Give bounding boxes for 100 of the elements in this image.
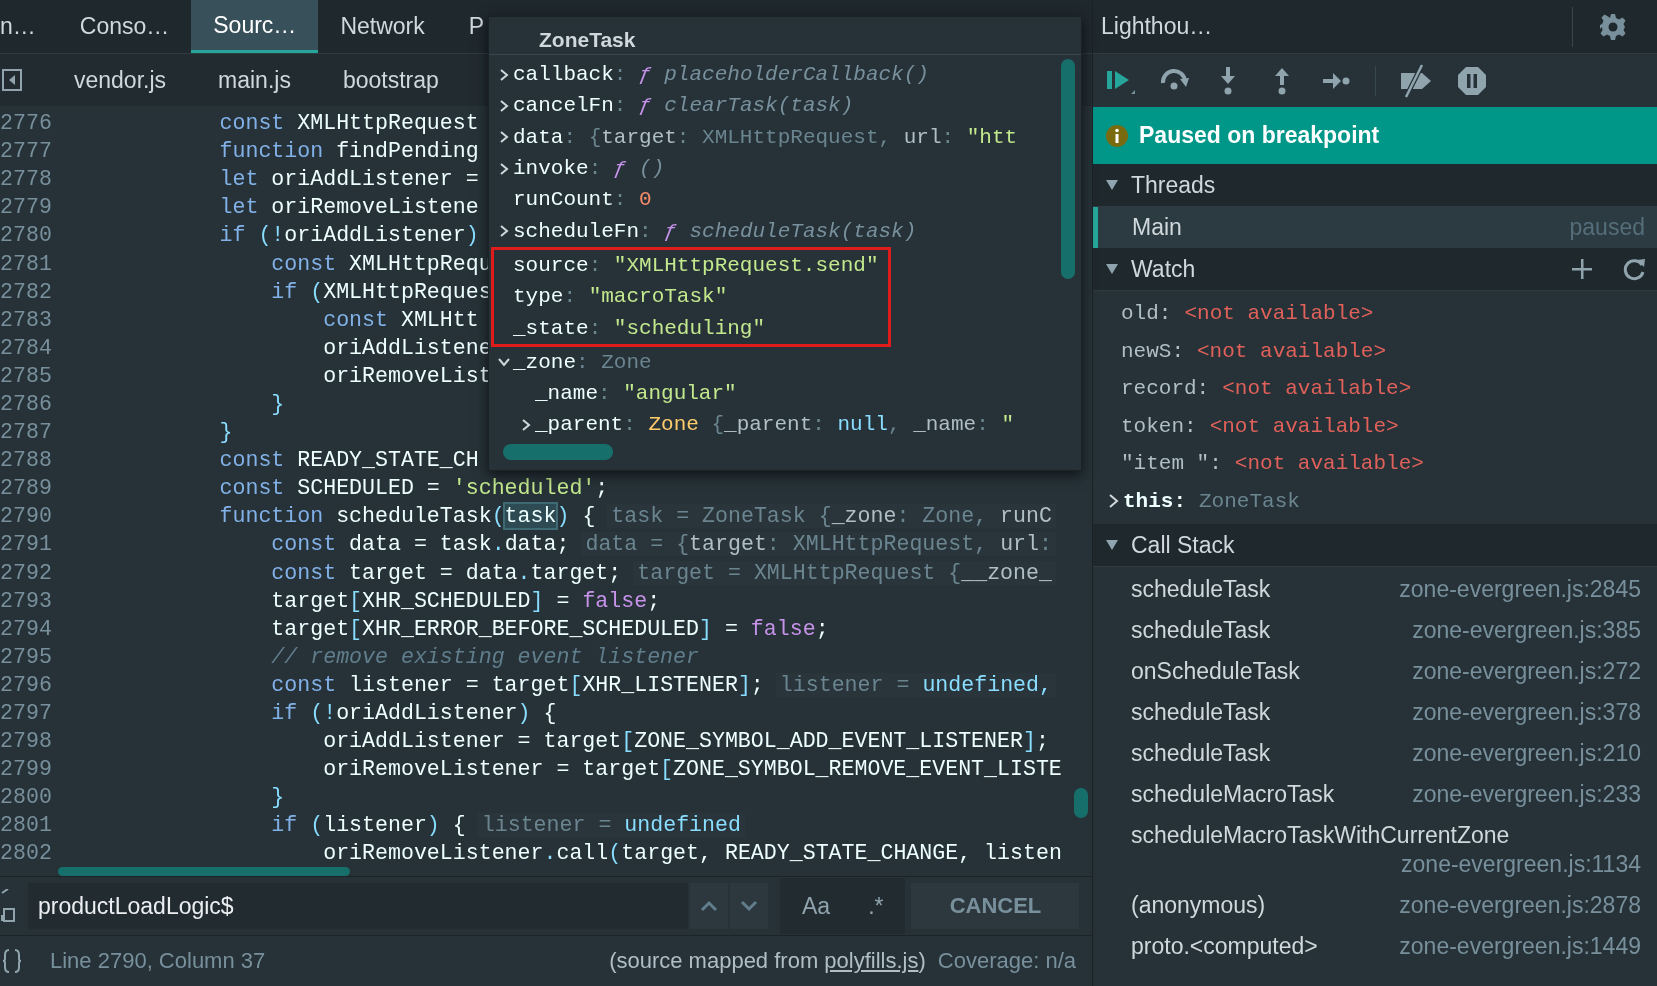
code-line: } xyxy=(270,785,285,810)
code-line: function scheduleTask(task) { xyxy=(218,504,596,529)
stack-frame-name[interactable]: scheduleMacroTask xyxy=(1131,780,1335,809)
settings-button[interactable] xyxy=(1572,6,1627,47)
code-line: if (!oriAddListener) xyxy=(218,223,479,248)
watch-expression[interactable]: record: <not available> xyxy=(1121,377,1412,401)
cancel-button[interactable]: CANCEL xyxy=(911,883,1080,929)
panel-tab[interactable]: Sourc… xyxy=(191,0,319,53)
search-field[interactable]: productLoadLogic$ xyxy=(28,883,688,929)
panel-tab[interactable]: Network xyxy=(318,0,447,53)
pause-icon xyxy=(1456,64,1488,97)
code-line: target[XHR_SCHEDULED] = false; xyxy=(270,588,661,613)
code-line: oriAddListener = target[ZONE_SYMBOL_ADD_EVENT_LISTENER]; xyxy=(322,729,1049,754)
code-line: if (!oriAddListener) { xyxy=(270,701,557,725)
source-map-note: (source mapped from polyfills.js) xyxy=(609,948,926,974)
inline-value-hint: listener = undefined xyxy=(477,813,745,838)
settings-icon xyxy=(1599,12,1627,41)
code-line: const XMLHttpRequest xyxy=(218,111,479,136)
match-case-button[interactable]: Aa xyxy=(790,892,843,920)
file-tab[interactable]: vendor.js xyxy=(74,66,167,94)
info-icon xyxy=(1105,123,1129,148)
regex-button[interactable]: .* xyxy=(856,892,896,920)
code-line: let oriAddListener = xyxy=(218,167,479,192)
stack-frame-name[interactable]: scheduleTask xyxy=(1131,698,1271,727)
code-line: const XMLHtt xyxy=(322,307,479,332)
scrollbar-thumb[interactable] xyxy=(1074,788,1088,818)
stack-frame-location[interactable]: zone-evergreen.js:1449 xyxy=(1399,932,1641,961)
code-line: oriAddListene xyxy=(322,335,492,360)
section-header[interactable]: Watch xyxy=(1093,248,1657,291)
file-tab[interactable]: main.js xyxy=(218,66,291,94)
property-text: type: "macroTask" xyxy=(513,285,728,309)
panel-tab[interactable]: Conso… xyxy=(57,0,192,53)
stack-frame-location[interactable]: zone-evergreen.js:1134 xyxy=(1401,850,1641,879)
property-text: invoke: ƒ () xyxy=(513,157,665,181)
cursor-position: Line 2790, Column 37 xyxy=(50,948,266,974)
source-link[interactable]: polyfills.js xyxy=(824,948,919,973)
section-title: Watch xyxy=(1131,255,1196,283)
scrollbar-thumb[interactable] xyxy=(1061,59,1075,279)
next-match-button[interactable] xyxy=(730,883,768,929)
popover-title: ZoneTask xyxy=(489,17,1081,55)
stack-frame-name[interactable]: scheduleTask xyxy=(1131,616,1271,645)
code-line: const SCHEDULED = 'scheduled'; xyxy=(218,476,609,501)
inline-value-hint: listener = undefined, xyxy=(775,672,1056,697)
property-text: _state: "scheduling" xyxy=(513,316,766,340)
code-line: if (XMLHttpReques xyxy=(270,279,492,304)
stack-frame-location[interactable]: zone-evergreen.js:385 xyxy=(1412,616,1641,645)
panel-tab[interactable]: n… xyxy=(0,0,58,53)
stack-frame-name[interactable]: scheduleTask xyxy=(1131,575,1271,604)
code-line: if (listener) { xyxy=(270,813,466,838)
banner-text: Paused on breakpoint xyxy=(1139,122,1380,149)
stack-frame-location[interactable]: zone-evergreen.js:2878 xyxy=(1399,891,1641,920)
watch-expression[interactable]: old: <not available> xyxy=(1121,302,1374,326)
watch-expression[interactable]: this: ZoneTask xyxy=(1123,489,1300,513)
code-line: oriRemoveListener = target[ZONE_SYMBOL_REMOVE_EVENT_LISTE xyxy=(322,757,1062,782)
file-tab[interactable]: bootstrap xyxy=(342,66,439,94)
caret-up-icon xyxy=(700,900,718,912)
stack-frame-location[interactable]: zone-evergreen.js:378 xyxy=(1412,698,1641,727)
stack-frame-name[interactable]: onScheduleTask xyxy=(1131,657,1300,686)
code-line: function findPending xyxy=(218,139,479,164)
inline-value-hint: target = XMLHttpRequest {__zone_ xyxy=(633,560,1056,585)
stack-frame-name[interactable]: scheduleMacroTaskWithCurrentZone xyxy=(1131,821,1510,850)
stack-frame-name[interactable]: scheduleTask xyxy=(1131,739,1271,768)
code-line: oriRemoveList xyxy=(322,363,492,388)
property-text: _parent: Zone {_parent: null, _name: " xyxy=(535,413,1014,437)
panel-tab[interactable]: Lighthou… xyxy=(1093,13,1235,40)
watch-expression[interactable]: "item ": <not available> xyxy=(1121,452,1424,476)
code-line: const READY_STATE_CH xyxy=(218,448,479,473)
code-line: const target = data.target; xyxy=(270,560,622,585)
inline-value-hint: data = {target: XMLHttpRequest, url: xyxy=(581,532,1056,557)
property-text: runCount: 0 xyxy=(513,188,652,212)
stack-frame-location[interactable]: zone-evergreen.js:210 xyxy=(1412,739,1641,768)
code-line: target[XHR_ERROR_BEFORE_SCHEDULED] = false; xyxy=(270,616,829,641)
pretty-print-icon[interactable] xyxy=(2,948,22,974)
stack-frame-location[interactable]: zone-evergreen.js:233 xyxy=(1412,780,1641,809)
scrollbar-thumb[interactable] xyxy=(503,444,613,460)
code-line: const listener = target[XHR_LISTENER]; xyxy=(270,672,764,697)
sidebar-toggle-icon[interactable] xyxy=(2,69,22,91)
code-line: let oriRemoveListene xyxy=(218,195,479,220)
property-text: scheduleFn: ƒ scheduleTask(task) xyxy=(513,219,917,243)
code-line: oriRemoveListener.call(target, READY_STATE_CHANGE, listen xyxy=(322,841,1062,866)
pause-on-exceptions-button[interactable] xyxy=(1456,64,1488,97)
previous-match-button[interactable] xyxy=(690,883,728,929)
property-text: _zone: Zone xyxy=(513,350,652,374)
stack-frame-name[interactable]: (anonymous) xyxy=(1131,891,1266,920)
section-header[interactable]: Threads xyxy=(1093,164,1657,207)
watch-expression[interactable]: token: <not available> xyxy=(1121,414,1399,438)
stack-frame-location[interactable]: zone-evergreen.js:272 xyxy=(1412,657,1641,686)
code-line: } xyxy=(270,392,285,416)
refresh-icon xyxy=(1623,257,1645,281)
stack-frame-location[interactable]: zone-evergreen.js:2845 xyxy=(1399,575,1641,604)
section-title: Threads xyxy=(1131,171,1216,199)
coverage-text: Coverage: n/a xyxy=(937,948,1076,974)
thread-row[interactable]: Main paused xyxy=(1093,207,1657,248)
watch-expression[interactable]: newS: <not available> xyxy=(1121,339,1387,363)
property-text: _name: "angular" xyxy=(535,382,737,406)
section-header[interactable]: Call Stack xyxy=(1093,524,1657,567)
scrollbar-thumb[interactable] xyxy=(58,867,350,876)
caret-down-icon xyxy=(740,900,758,912)
plus-icon xyxy=(1571,258,1593,280)
stack-frame-name[interactable]: proto.<computed> xyxy=(1131,932,1318,961)
